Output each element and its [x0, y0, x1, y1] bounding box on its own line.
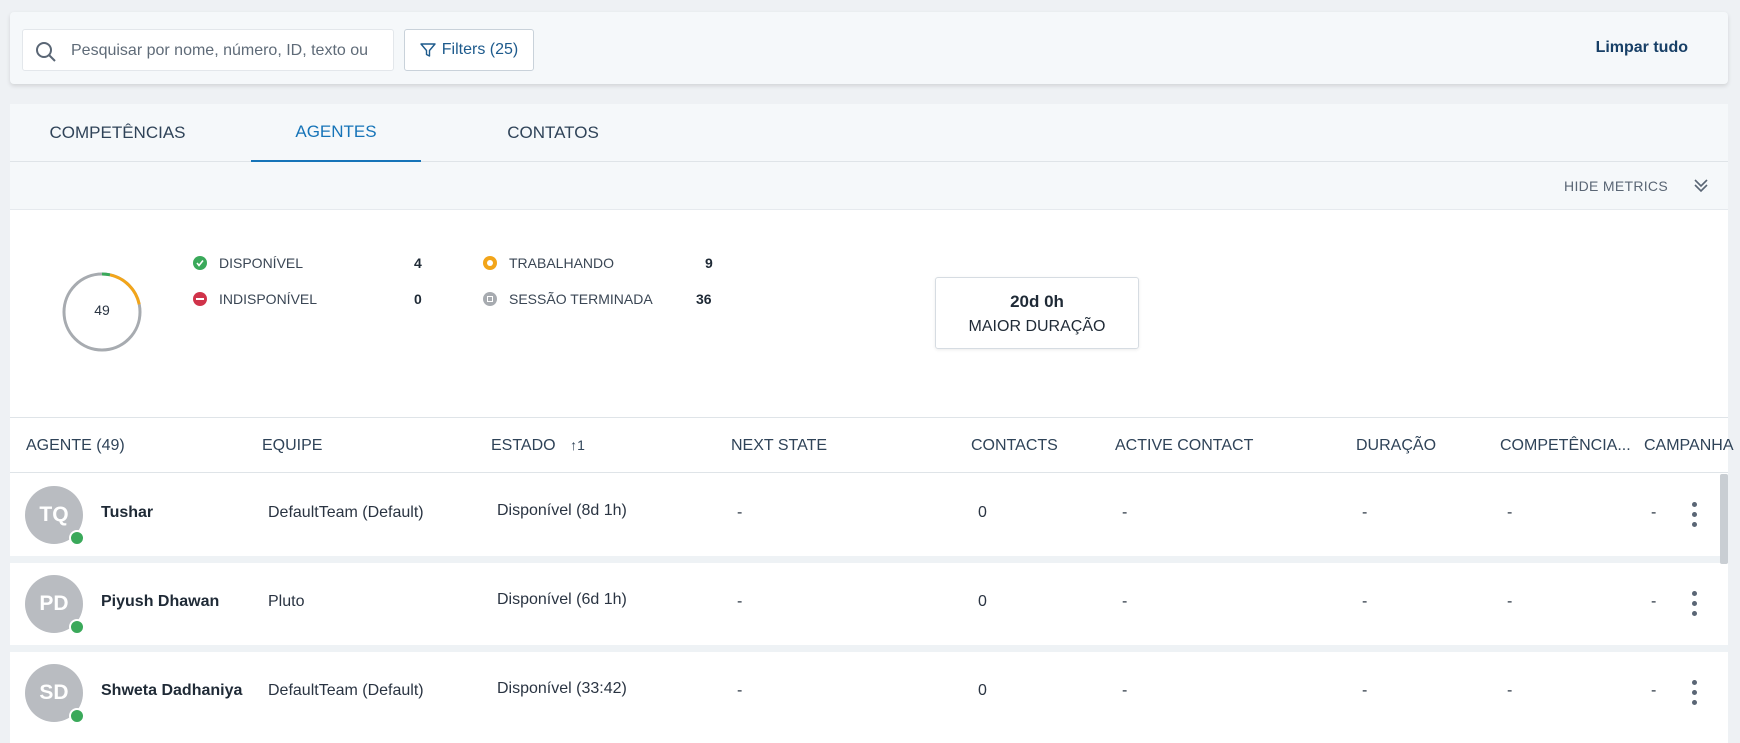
metric-working-value: 9	[705, 255, 713, 271]
metric-logged-out: SESSÃO TERMINADA	[483, 291, 653, 307]
metric-unavailable: INDISPONÍVEL	[193, 291, 317, 307]
metric-working: TRABALHANDO	[483, 255, 614, 271]
table-row[interactable]: SD Shweta Dadhaniya DefaultTeam (Default…	[10, 652, 1728, 734]
row-menu-icon[interactable]	[1690, 678, 1698, 708]
agent-name: Piyush Dhawan	[101, 593, 220, 610]
logout-circle-icon	[483, 292, 497, 306]
hide-metrics-button[interactable]: HIDE METRICS	[1564, 178, 1668, 194]
longest-duration-value: 20d 0h	[1010, 292, 1064, 311]
search-toolbar: Filters (25) Limpar tudo	[10, 12, 1728, 84]
agent-next-state: -	[737, 593, 743, 610]
filters-label: Filters (25)	[441, 41, 519, 58]
agent-next-state: -	[737, 682, 743, 699]
sort-ascending-icon: ↑1	[570, 437, 585, 453]
search-box[interactable]	[22, 29, 394, 71]
metric-logged-out-value: 36	[696, 291, 712, 307]
row-divider	[10, 645, 1728, 652]
table-scrollbar[interactable]	[1720, 474, 1728, 564]
column-state-label: ESTADO	[491, 437, 556, 454]
metric-unavailable-label: INDISPONÍVEL	[219, 291, 318, 307]
filter-icon	[420, 43, 436, 57]
agent-active-contact: -	[1122, 682, 1128, 699]
agents-panel: COMPETÊNCIAS AGENTES CONTATOS HIDE METRI…	[10, 104, 1734, 743]
tab-contatos[interactable]: CONTATOS	[468, 104, 638, 162]
metric-available-label: DISPONÍVEL	[219, 255, 304, 271]
agent-contacts: 0	[978, 682, 987, 699]
agent-state: Disponível (6d 1h)	[497, 591, 627, 608]
column-contacts[interactable]: CONTACTS	[971, 437, 1058, 455]
metric-unavailable-value: 0	[414, 291, 422, 307]
metrics-toggle-bar: HIDE METRICS	[10, 162, 1728, 210]
agent-next-state: -	[737, 504, 743, 521]
agent-active-contact: -	[1122, 504, 1128, 521]
agent-state: Disponível (8d 1h)	[497, 502, 627, 519]
agent-skills: -	[1507, 504, 1513, 521]
minus-circle-icon	[193, 292, 207, 306]
search-input[interactable]	[71, 38, 387, 64]
row-menu-icon[interactable]	[1690, 500, 1698, 530]
column-agent[interactable]: AGENTE (49)	[26, 437, 125, 455]
agent-contacts: 0	[978, 504, 987, 521]
double-chevron-down-icon[interactable]	[1692, 176, 1710, 194]
agent-active-contact: -	[1122, 593, 1128, 610]
metric-available-value: 4	[414, 255, 422, 271]
agent-campaign: -	[1651, 504, 1657, 521]
agent-skills: -	[1507, 593, 1513, 610]
agent-team: Pluto	[268, 593, 305, 610]
row-divider	[10, 556, 1728, 563]
agent-duration: -	[1362, 593, 1368, 610]
longest-duration-card: 20d 0h MAIOR DURAÇÃO	[935, 277, 1139, 349]
agent-team: DefaultTeam (Default)	[268, 504, 424, 521]
metric-working-label: TRABALHANDO	[509, 255, 615, 271]
clear-all-button[interactable]: Limpar tudo	[1596, 39, 1688, 57]
column-active-contact[interactable]: ACTIVE CONTACT	[1115, 437, 1253, 455]
table-header: AGENTE (49) EQUIPE ESTADO ↑1 NEXT STATE …	[10, 417, 1734, 473]
check-circle-icon	[193, 256, 207, 270]
metric-available: DISPONÍVEL	[193, 255, 303, 271]
metric-logged-out-label: SESSÃO TERMINADA	[509, 291, 653, 307]
search-icon	[36, 42, 56, 62]
agent-duration: -	[1362, 504, 1368, 521]
column-next-state[interactable]: NEXT STATE	[731, 437, 827, 455]
table-row[interactable]: PD Piyush Dhawan Pluto Disponível (6d 1h…	[10, 563, 1728, 645]
row-menu-icon[interactable]	[1690, 589, 1698, 619]
total-agents-count: 49	[94, 302, 110, 318]
agent-skills: -	[1507, 682, 1513, 699]
column-team[interactable]: EQUIPE	[262, 437, 322, 455]
agent-campaign: -	[1651, 682, 1657, 699]
table-row[interactable]: TQ Tushar DefaultTeam (Default) Disponív…	[10, 474, 1728, 556]
agent-contacts: 0	[978, 593, 987, 610]
agent-duration: -	[1362, 682, 1368, 699]
column-duration[interactable]: DURAÇÃO	[1356, 437, 1436, 455]
agent-campaign: -	[1651, 593, 1657, 610]
column-state[interactable]: ESTADO ↑1	[491, 437, 585, 455]
filters-button[interactable]: Filters (25)	[404, 29, 534, 71]
agent-name: Tushar	[101, 504, 154, 521]
column-skills[interactable]: COMPETÊNCIA...	[1500, 437, 1631, 455]
agent-state: Disponível (33:42)	[497, 680, 627, 697]
agent-name: Shweta Dadhaniya	[101, 682, 243, 699]
available-status-icon	[69, 530, 85, 546]
available-status-icon	[69, 708, 85, 724]
working-circle-icon	[483, 256, 497, 270]
tab-bar: COMPETÊNCIAS AGENTES CONTATOS	[10, 104, 1728, 162]
agent-team: DefaultTeam (Default)	[268, 682, 424, 699]
longest-duration-label: MAIOR DURAÇÃO	[968, 318, 1106, 335]
tab-agentes[interactable]: AGENTES	[251, 104, 421, 162]
column-campaign[interactable]: CAMPANHA	[1644, 437, 1734, 455]
tab-competencias[interactable]: COMPETÊNCIAS	[10, 104, 225, 162]
available-status-icon	[69, 619, 85, 635]
